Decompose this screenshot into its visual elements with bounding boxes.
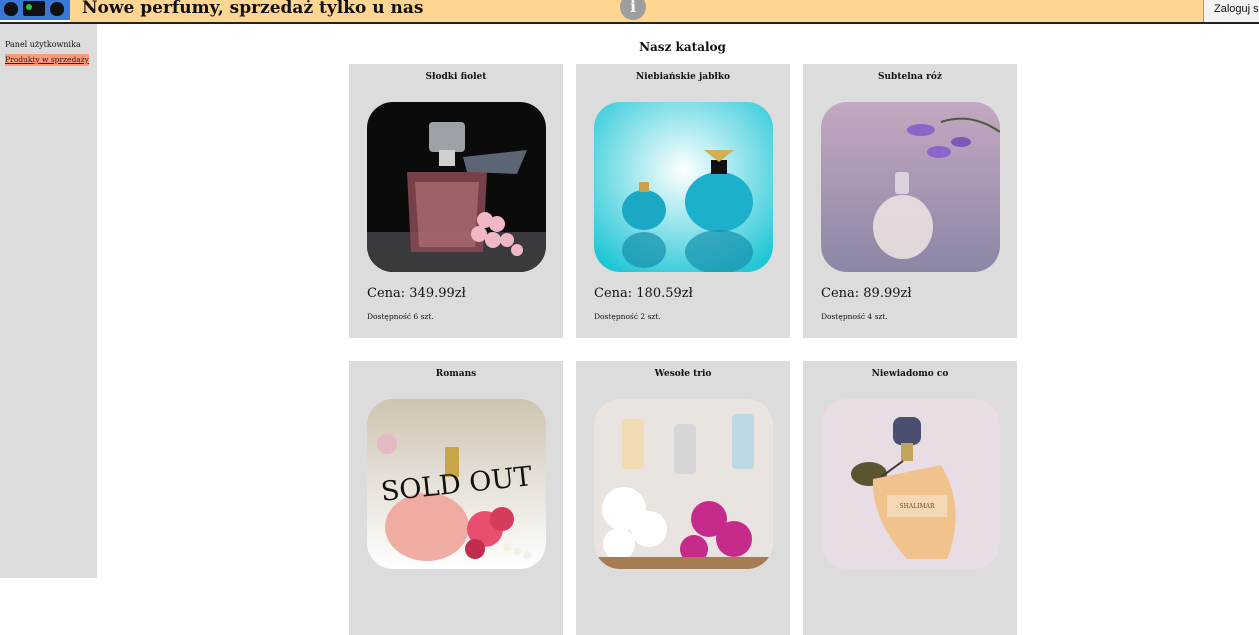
login-button[interactable]: Zaloguj się bbox=[1203, 0, 1259, 22]
product-card[interactable]: Niewiadomo co SHALIMAR bbox=[803, 361, 1017, 635]
sidebar: Panel użytkownika Produkty w sprzedaży bbox=[0, 24, 97, 578]
top-header: Nowe perfumy, sprzedaż tylko u nas i Zal… bbox=[0, 0, 1259, 24]
product-price: Cena: 349.99zł bbox=[367, 286, 466, 301]
product-price: Cena: 89.99zł bbox=[821, 286, 912, 301]
product-image[interactable]: SOLD OUT bbox=[367, 399, 546, 569]
product-name: Subtelna róż bbox=[877, 72, 942, 82]
product-name: Słodki fiolet bbox=[425, 72, 487, 82]
product-name: Niebiańskie jabłko bbox=[635, 72, 731, 82]
product-stock: Dostępność 4 szt. bbox=[821, 312, 888, 321]
product-image[interactable] bbox=[821, 102, 1000, 272]
product-price: Cena: 180.59zł bbox=[594, 286, 693, 301]
product-stock: Dostępność 2 szt. bbox=[594, 312, 661, 321]
sidebar-item-products-for-sale[interactable]: Produkty w sprzedaży bbox=[5, 54, 89, 66]
product-image[interactable]: SHALIMAR bbox=[821, 399, 1000, 569]
paw-icon bbox=[4, 2, 18, 16]
product-card[interactable]: Subtelna róż Cena: 89.99zł Dostępność 4 … bbox=[803, 64, 1017, 338]
product-image[interactable] bbox=[367, 102, 546, 272]
product-image[interactable] bbox=[594, 102, 773, 272]
product-name: Romans bbox=[435, 369, 477, 379]
shalimar-label: SHALIMAR bbox=[899, 503, 935, 510]
catalog-title: Nasz katalog bbox=[639, 40, 726, 54]
site-logo[interactable] bbox=[0, 0, 70, 22]
paw-icon bbox=[50, 2, 64, 16]
info-icon[interactable]: i bbox=[620, 0, 646, 20]
monitor-icon bbox=[23, 1, 45, 16]
product-card[interactable]: Niebiańskie jabłko Cena: 180.59zł Dostęp… bbox=[576, 64, 790, 338]
site-title: Nowe perfumy, sprzedaż tylko u nas bbox=[82, 0, 424, 18]
product-stock: Dostępność 6 szt. bbox=[367, 312, 434, 321]
product-image[interactable] bbox=[594, 399, 773, 569]
product-card[interactable]: Romans SOLD OUT bbox=[349, 361, 563, 635]
product-card[interactable]: Słodki fiolet Cena: 349.99zł Dostępność … bbox=[349, 64, 563, 338]
user-panel-label: Panel użytkownika bbox=[5, 40, 81, 49]
product-card[interactable]: Wesołe trio bbox=[576, 361, 790, 635]
product-name: Wesołe trio bbox=[654, 369, 712, 379]
product-name: Niewiadomo co bbox=[871, 369, 949, 379]
